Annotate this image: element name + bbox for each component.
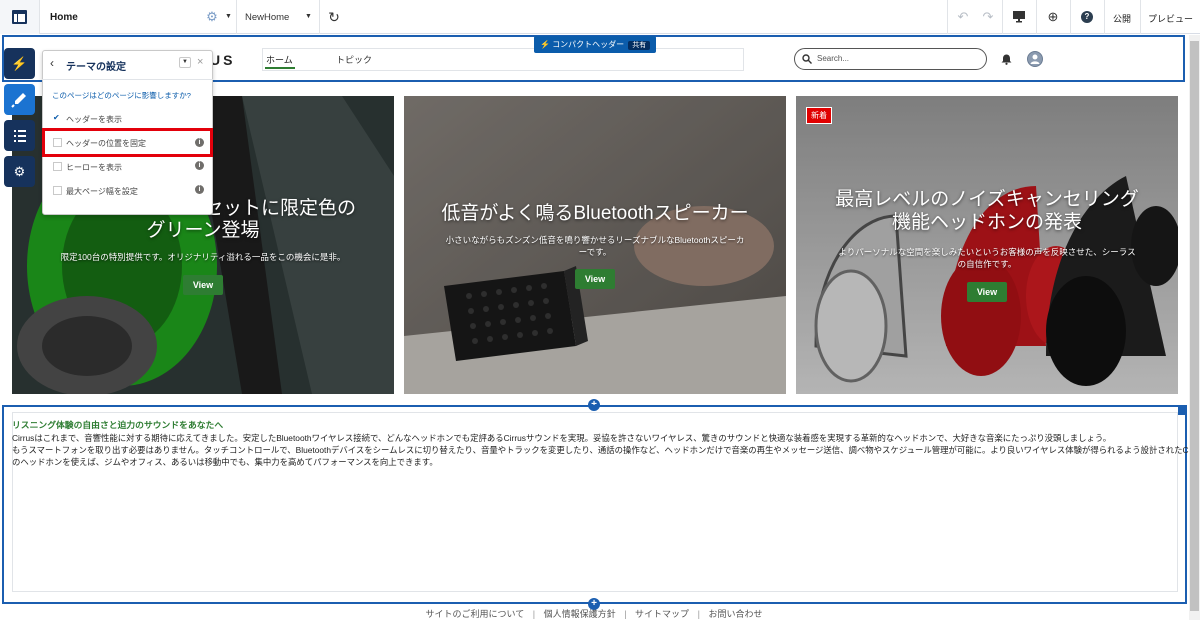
panel-menu-button[interactable]: ▼ xyxy=(179,57,191,68)
publish-button[interactable]: 公開 xyxy=(1113,12,1131,25)
footer-separator: | xyxy=(697,609,700,619)
hero-tile-3[interactable]: 新着 最高レベルのノイズキャンセリング 機能ヘッドホンの発表 よりパーソナルな空… xyxy=(796,96,1178,394)
page-name: Home xyxy=(50,12,78,23)
tile-3-view-button[interactable]: View xyxy=(967,282,1007,302)
checkmark-icon[interactable]: ✔ xyxy=(53,113,60,122)
tile-3-title-line2: 機能ヘッドホンの発表 xyxy=(891,212,1082,233)
tile-1-view-button[interactable]: View xyxy=(183,275,223,295)
globe-icon[interactable]: ⊕ xyxy=(1043,0,1063,34)
shared-tag: 共有 xyxy=(628,41,651,50)
panel-help-link[interactable]: このページはどのページに影響しますか? xyxy=(52,90,191,101)
refresh-icon[interactable]: ↻ xyxy=(324,0,344,34)
highlight-box xyxy=(42,128,213,157)
text-line-1: Cirrusはこれまで、音響性能に対する期待に応えてきました。安定したBluet… xyxy=(12,433,1112,443)
tile-1-desc: 限定100台の特別提供です。オリジナリティ溢れる一品をこの機会に是非。 xyxy=(60,252,346,262)
text-line-3: のヘッドホンを使えば、ジムやオフィス、あるいは移動中でも、集中力を高めてパフォー… xyxy=(12,457,438,467)
close-icon[interactable]: × xyxy=(197,56,203,68)
lightning-icon: ⚡ xyxy=(11,56,28,71)
header-component-badge: ⚡ コンパクトヘッダー 共有 xyxy=(534,36,657,53)
hero-tile-2[interactable]: 低音がよく鳴るBluetoothスピーカー 小さいながらもズンズン低音を鳴り響か… xyxy=(404,96,786,394)
layout-icon xyxy=(12,10,27,24)
footer-link-sitemap[interactable]: サイトマップ xyxy=(635,609,689,619)
panel-title: テーマの設定 xyxy=(66,62,126,73)
info-icon[interactable]: i xyxy=(195,161,204,170)
text-line-2: もうスマートフォンを取り出す必要はありません。タッチコントロールで、Blueto… xyxy=(12,445,1200,455)
header-badge-label: コンパクトヘッダー xyxy=(552,40,625,49)
theme-button[interactable] xyxy=(4,84,35,115)
max-width-checkbox[interactable] xyxy=(53,186,62,195)
tile-2-view-button[interactable]: View xyxy=(575,269,615,289)
tile-1-title-line2: グリーン登場 xyxy=(146,220,260,241)
tile-3-desc-line2: の自信作です。 xyxy=(957,259,1017,269)
components-button[interactable]: ⚡ xyxy=(4,48,35,79)
tile-2-desc-line2: ーです。 xyxy=(578,247,612,257)
gear-icon[interactable]: ⚙ xyxy=(202,0,222,34)
back-icon[interactable]: ‹ xyxy=(50,56,54,70)
new-badge: 新着 xyxy=(806,107,832,124)
undo-icon[interactable]: ↶ xyxy=(953,0,973,34)
app-menu-button[interactable] xyxy=(0,0,40,34)
option-max-width: 最大ページ幅を設定 xyxy=(66,187,138,196)
tile-2-desc-line1: 小さいながらもズンズン低音を鳴り響かせるリーズナブルなBluetoothスピーカ xyxy=(445,235,745,245)
scrollbar-thumb[interactable] xyxy=(1190,41,1199,611)
tile-2-title: 低音がよく鳴るBluetoothスピーカー xyxy=(441,203,749,224)
show-hero-checkbox[interactable] xyxy=(53,162,62,171)
tile-3-image xyxy=(796,96,1178,394)
footer-separator: | xyxy=(624,609,627,619)
list-icon xyxy=(14,130,26,142)
page-structure-button[interactable] xyxy=(4,120,35,151)
gear-icon: ⚙ xyxy=(13,164,26,179)
tile-3-desc-line1: よりパーソナルな空間を楽しみたいというお客様の声を反映させた、シーラス xyxy=(838,247,1136,257)
option-show-hero: ヒーローを表示 xyxy=(66,163,122,172)
lock-icon[interactable] xyxy=(1178,406,1186,415)
chevron-down-icon[interactable]: ▼ xyxy=(305,13,312,20)
text-heading: リスニング体験の自由さと迫力のサウンドをあなたへ xyxy=(12,420,224,430)
tile-3-title-line1: 最高レベルのノイズキャンセリング xyxy=(835,189,1139,210)
footer-link-privacy[interactable]: 個人情報保護方針 xyxy=(544,609,616,619)
redo-icon[interactable]: ↷ xyxy=(978,0,998,34)
site-footer: サイトのご利用について | 個人情報保護方針 | サイトマップ | お問い合わせ xyxy=(0,607,1188,620)
footer-link-terms[interactable]: サイトのご利用について xyxy=(426,609,525,619)
help-icon[interactable]: ? xyxy=(1081,11,1093,23)
brush-icon xyxy=(11,93,26,108)
option-show-header: ヘッダーを表示 xyxy=(66,115,122,124)
preview-button[interactable]: プレビュー xyxy=(1148,12,1193,25)
footer-separator: | xyxy=(532,609,536,619)
info-icon[interactable]: i xyxy=(195,185,204,194)
desktop-icon[interactable] xyxy=(1013,11,1025,23)
chevron-down-icon[interactable]: ▼ xyxy=(225,13,232,20)
settings-button[interactable]: ⚙ xyxy=(4,156,35,187)
builder-toolbar: Home ⚙ ▼ NewHome ▼ ↻ ↶ ↷ ⊕ ? 公開 プレビュー xyxy=(0,0,1200,34)
footer-link-contact[interactable]: お問い合わせ xyxy=(708,609,762,619)
page-selector[interactable]: NewHome xyxy=(245,12,289,23)
